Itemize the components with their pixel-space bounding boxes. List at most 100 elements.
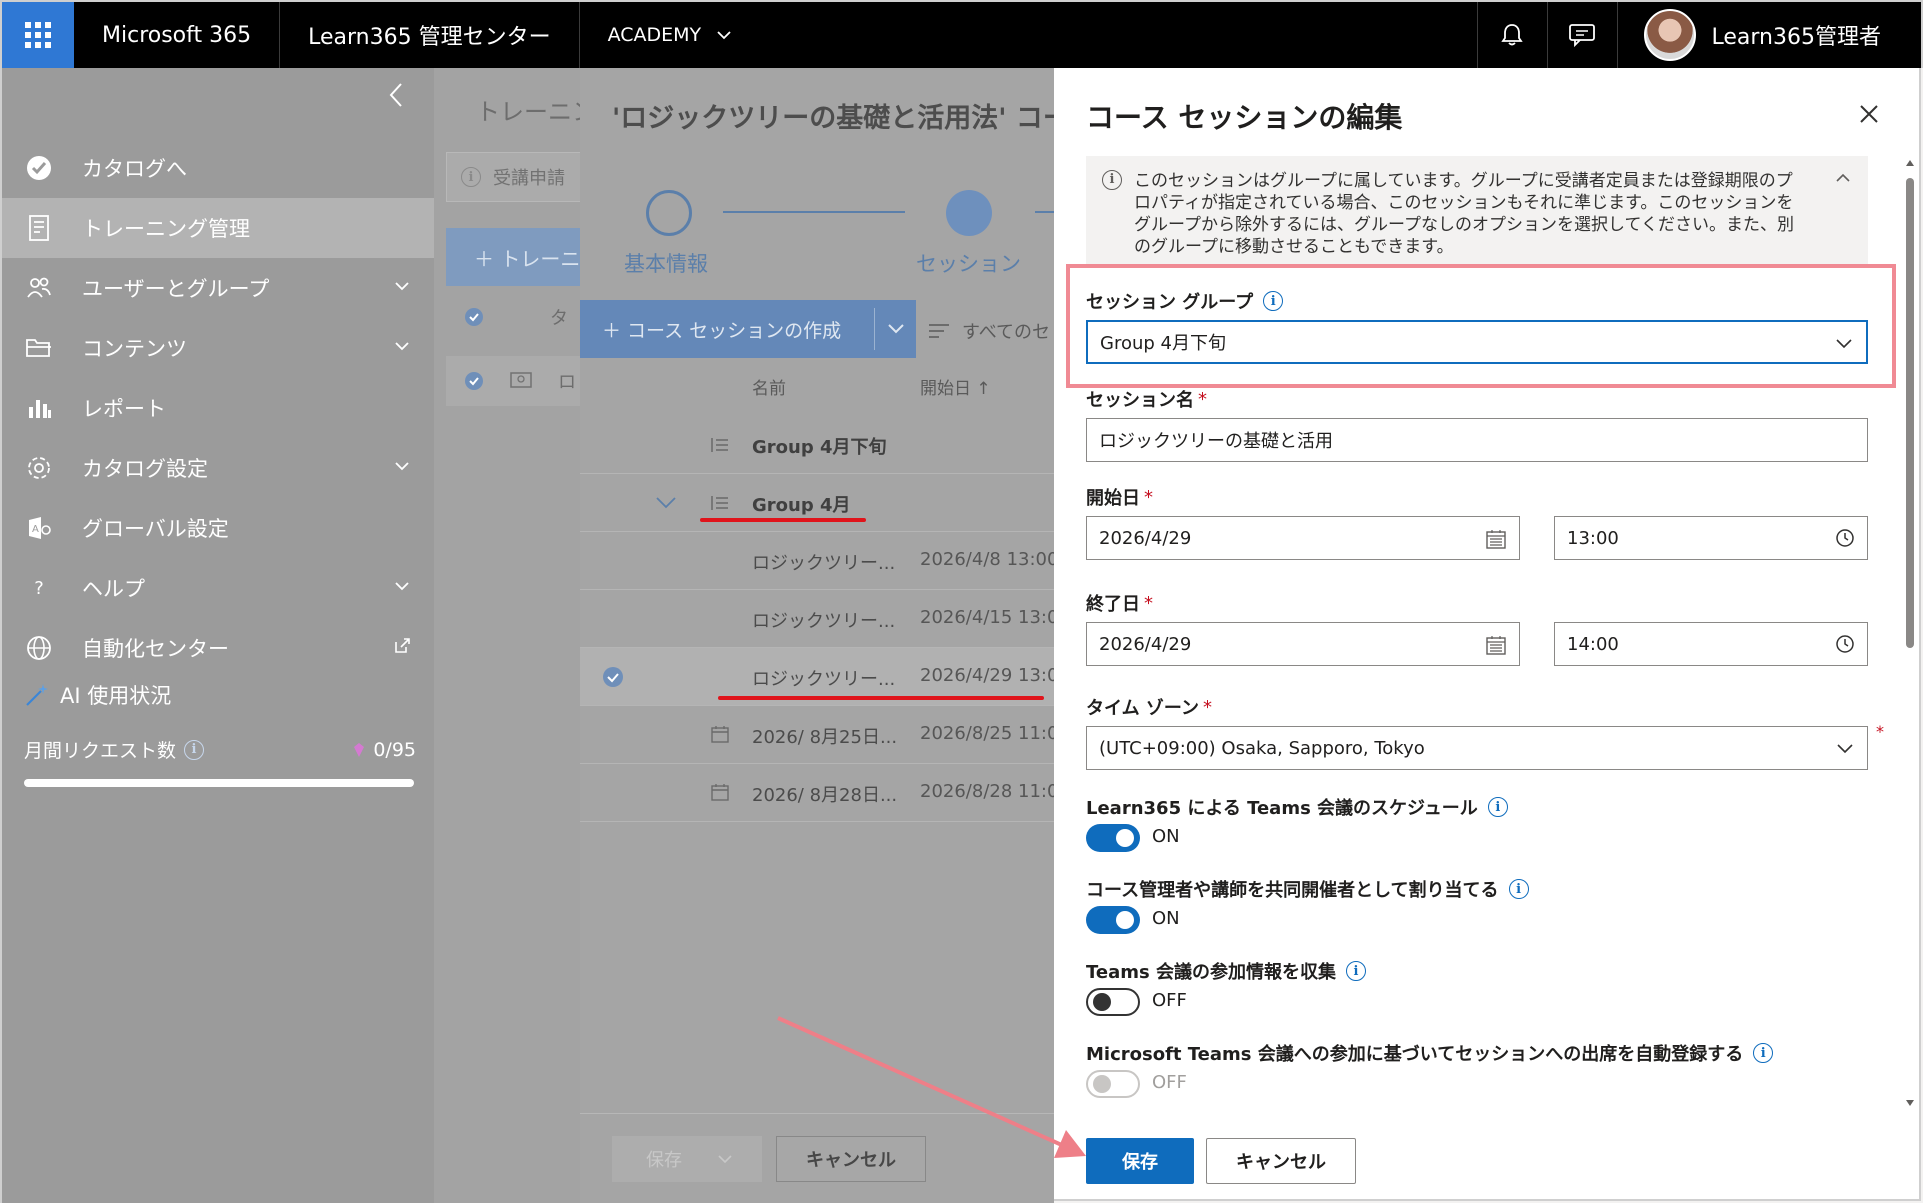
info-icon[interactable]: i [1508, 879, 1529, 899]
sidebar-item-label: コンテンツ [82, 337, 187, 361]
sidebar-item-global-settings[interactable]: A グローバル設定 [2, 498, 434, 558]
info-icon: i [461, 167, 481, 187]
chevron-down-icon[interactable] [654, 492, 678, 512]
check-circle-icon [27, 156, 51, 180]
cohost-toggle[interactable] [1086, 906, 1140, 934]
sidebar-item-catalog[interactable]: カタログへ [2, 138, 434, 198]
clock-icon[interactable] [1835, 528, 1855, 548]
step-session-indicator[interactable] [946, 190, 992, 236]
folder-icon [26, 339, 51, 357]
table-row[interactable]: ロジックツリー... 2026/4/8 13:00 [580, 532, 1054, 590]
wizard-cancel-button[interactable]: キャンセル [776, 1136, 926, 1182]
teams-schedule-toggle[interactable] [1086, 824, 1140, 852]
sidebar-item-automation[interactable]: 自動化センター [2, 618, 434, 678]
calendar-icon [711, 784, 729, 801]
wizard-save-button[interactable]: 保存 [612, 1136, 762, 1182]
sidebar-item-label: カタログへ [82, 157, 187, 181]
usage-progress-bar [24, 779, 414, 787]
time-zone-select[interactable]: (UTC+09:00) Osaka, Sapporo, Tokyo [1086, 726, 1868, 770]
calendar-icon[interactable] [1485, 528, 1507, 550]
external-link-icon [395, 638, 410, 653]
save-button[interactable]: 保存 [1086, 1138, 1194, 1184]
toggle-state-label: ON [1152, 908, 1180, 929]
sidebar: カタログへ トレーニング管理 ユーザーとグループ コンテンツ レポート カタログ… [0, 68, 434, 1203]
app-name[interactable]: Microsoft 365 [74, 2, 281, 68]
table-row[interactable]: 2026/ 8月28日... 2026/8/28 11:00 [580, 764, 1054, 822]
add-training-button[interactable]: ＋ トレーニ [446, 228, 580, 286]
split-divider [874, 308, 875, 350]
sidebar-item-label: グローバル設定 [82, 517, 229, 541]
list-item[interactable]: タ [446, 304, 580, 330]
chevron-up-icon[interactable] [1834, 170, 1852, 186]
scroll-down-icon[interactable] [1905, 1098, 1915, 1108]
scrollbar-thumb[interactable] [1906, 178, 1914, 648]
panel-scrollbar[interactable] [1903, 158, 1917, 1108]
table-row[interactable]: ロジックツリー... 2026/4/15 13:00 [580, 590, 1054, 648]
start-date-input[interactable]: 2026/4/29 [1086, 516, 1520, 560]
scroll-up-icon[interactable] [1905, 158, 1915, 168]
close-icon[interactable] [1857, 102, 1881, 126]
list-item[interactable]: ロ [446, 356, 580, 406]
create-session-button[interactable]: ＋ コース セッションの作成 [580, 300, 916, 358]
toggle-state-label: OFF [1152, 1072, 1187, 1093]
column-header-name[interactable]: 名前 [752, 374, 786, 399]
teams-schedule-label: Learn365 による Teams 会議のスケジュール i [1086, 794, 1508, 820]
calendar-icon[interactable] [1485, 634, 1507, 656]
sidebar-item-label: 自動化センター [82, 637, 229, 661]
sidebar-item-label: ヘルプ [82, 577, 145, 601]
session-name-label: セッション名 * [1086, 388, 1207, 412]
column-header-start-date[interactable]: 開始日 ↑ [920, 374, 991, 399]
sidebar-item-catalog-settings[interactable]: カタログ設定 [2, 438, 434, 498]
info-icon[interactable]: i [1263, 291, 1284, 311]
waffle-icon [25, 22, 51, 48]
info-icon[interactable]: i [1487, 797, 1508, 817]
end-date-label: 終了日 * [1086, 592, 1153, 616]
user-name: Learn365管理者 [1711, 25, 1881, 50]
table-row[interactable]: 2026/ 8月25日... 2026/8/25 11:00 [580, 706, 1054, 764]
start-time-input[interactable]: 13:00 [1554, 516, 1868, 560]
bell-icon [1501, 24, 1523, 46]
info-message-text: このセッションはグループに属しています。グループに受講者定員または登録期限のプロ… [1134, 171, 1794, 257]
user-menu[interactable]: Learn365管理者 [1616, 2, 1921, 68]
sidebar-item-training[interactable]: トレーニング管理 [2, 198, 434, 258]
sidebar-item-users[interactable]: ユーザーとグループ [2, 258, 434, 318]
session-group-select[interactable]: Group 4月下旬 [1086, 320, 1868, 364]
globe-icon [27, 636, 51, 660]
course-wizard: 'ロジックツリーの基礎と活用法' コース 基本情報 セッション ＋ コース セッ… [580, 68, 1054, 1203]
step-connector [1035, 211, 1054, 213]
check-circle-icon[interactable] [602, 666, 624, 688]
collapse-sidebar-icon[interactable] [382, 80, 412, 110]
page-title: トレーニング [476, 98, 580, 126]
info-icon[interactable]: i [184, 739, 205, 760]
sidebar-item-content[interactable]: コンテンツ [2, 318, 434, 378]
chevron-down-icon[interactable] [886, 320, 906, 338]
sidebar-item-help[interactable]: ? ヘルプ [2, 558, 434, 618]
app-launcher-button[interactable] [2, 2, 74, 68]
center-name[interactable]: Learn365 管理センター [280, 2, 580, 68]
sidebar-item-reports[interactable]: レポート [2, 378, 434, 438]
collect-attendance-toggle[interactable] [1086, 988, 1140, 1016]
tenant-selector[interactable]: ACADEMY [580, 2, 762, 68]
chevron-down-icon [1837, 744, 1853, 754]
table-row[interactable]: Group 4月 [580, 474, 1054, 532]
table-row[interactable]: Group 4月下旬 [580, 416, 1054, 474]
cohost-label: コース管理者や講師を共同開催者として割り当てる i [1086, 876, 1529, 902]
sidebar-item-label: トレーニング管理 [82, 217, 250, 241]
session-name-input[interactable]: ロジックツリーの基礎と活用 [1086, 418, 1868, 462]
end-date-input[interactable]: 2026/4/29 [1086, 622, 1520, 666]
annotation-underline [700, 518, 866, 522]
session-group-label: セッション グループ i [1086, 288, 1284, 314]
collect-attendance-label: Teams 会議の参加情報を収集 i [1086, 958, 1366, 984]
info-icon[interactable]: i [1753, 1043, 1774, 1063]
feedback-button[interactable] [1546, 2, 1617, 68]
filter-dropdown[interactable]: すべてのセ [928, 318, 1050, 344]
clock-icon[interactable] [1835, 634, 1855, 654]
end-time-input[interactable]: 14:00 [1554, 622, 1868, 666]
bar-chart-icon [29, 400, 51, 418]
avatar [1643, 9, 1696, 61]
step-basic-info-indicator[interactable] [646, 190, 692, 236]
cancel-button[interactable]: キャンセル [1206, 1138, 1356, 1184]
info-icon: i [1102, 170, 1122, 190]
info-icon[interactable]: i [1345, 961, 1366, 981]
notifications-button[interactable] [1476, 2, 1547, 68]
